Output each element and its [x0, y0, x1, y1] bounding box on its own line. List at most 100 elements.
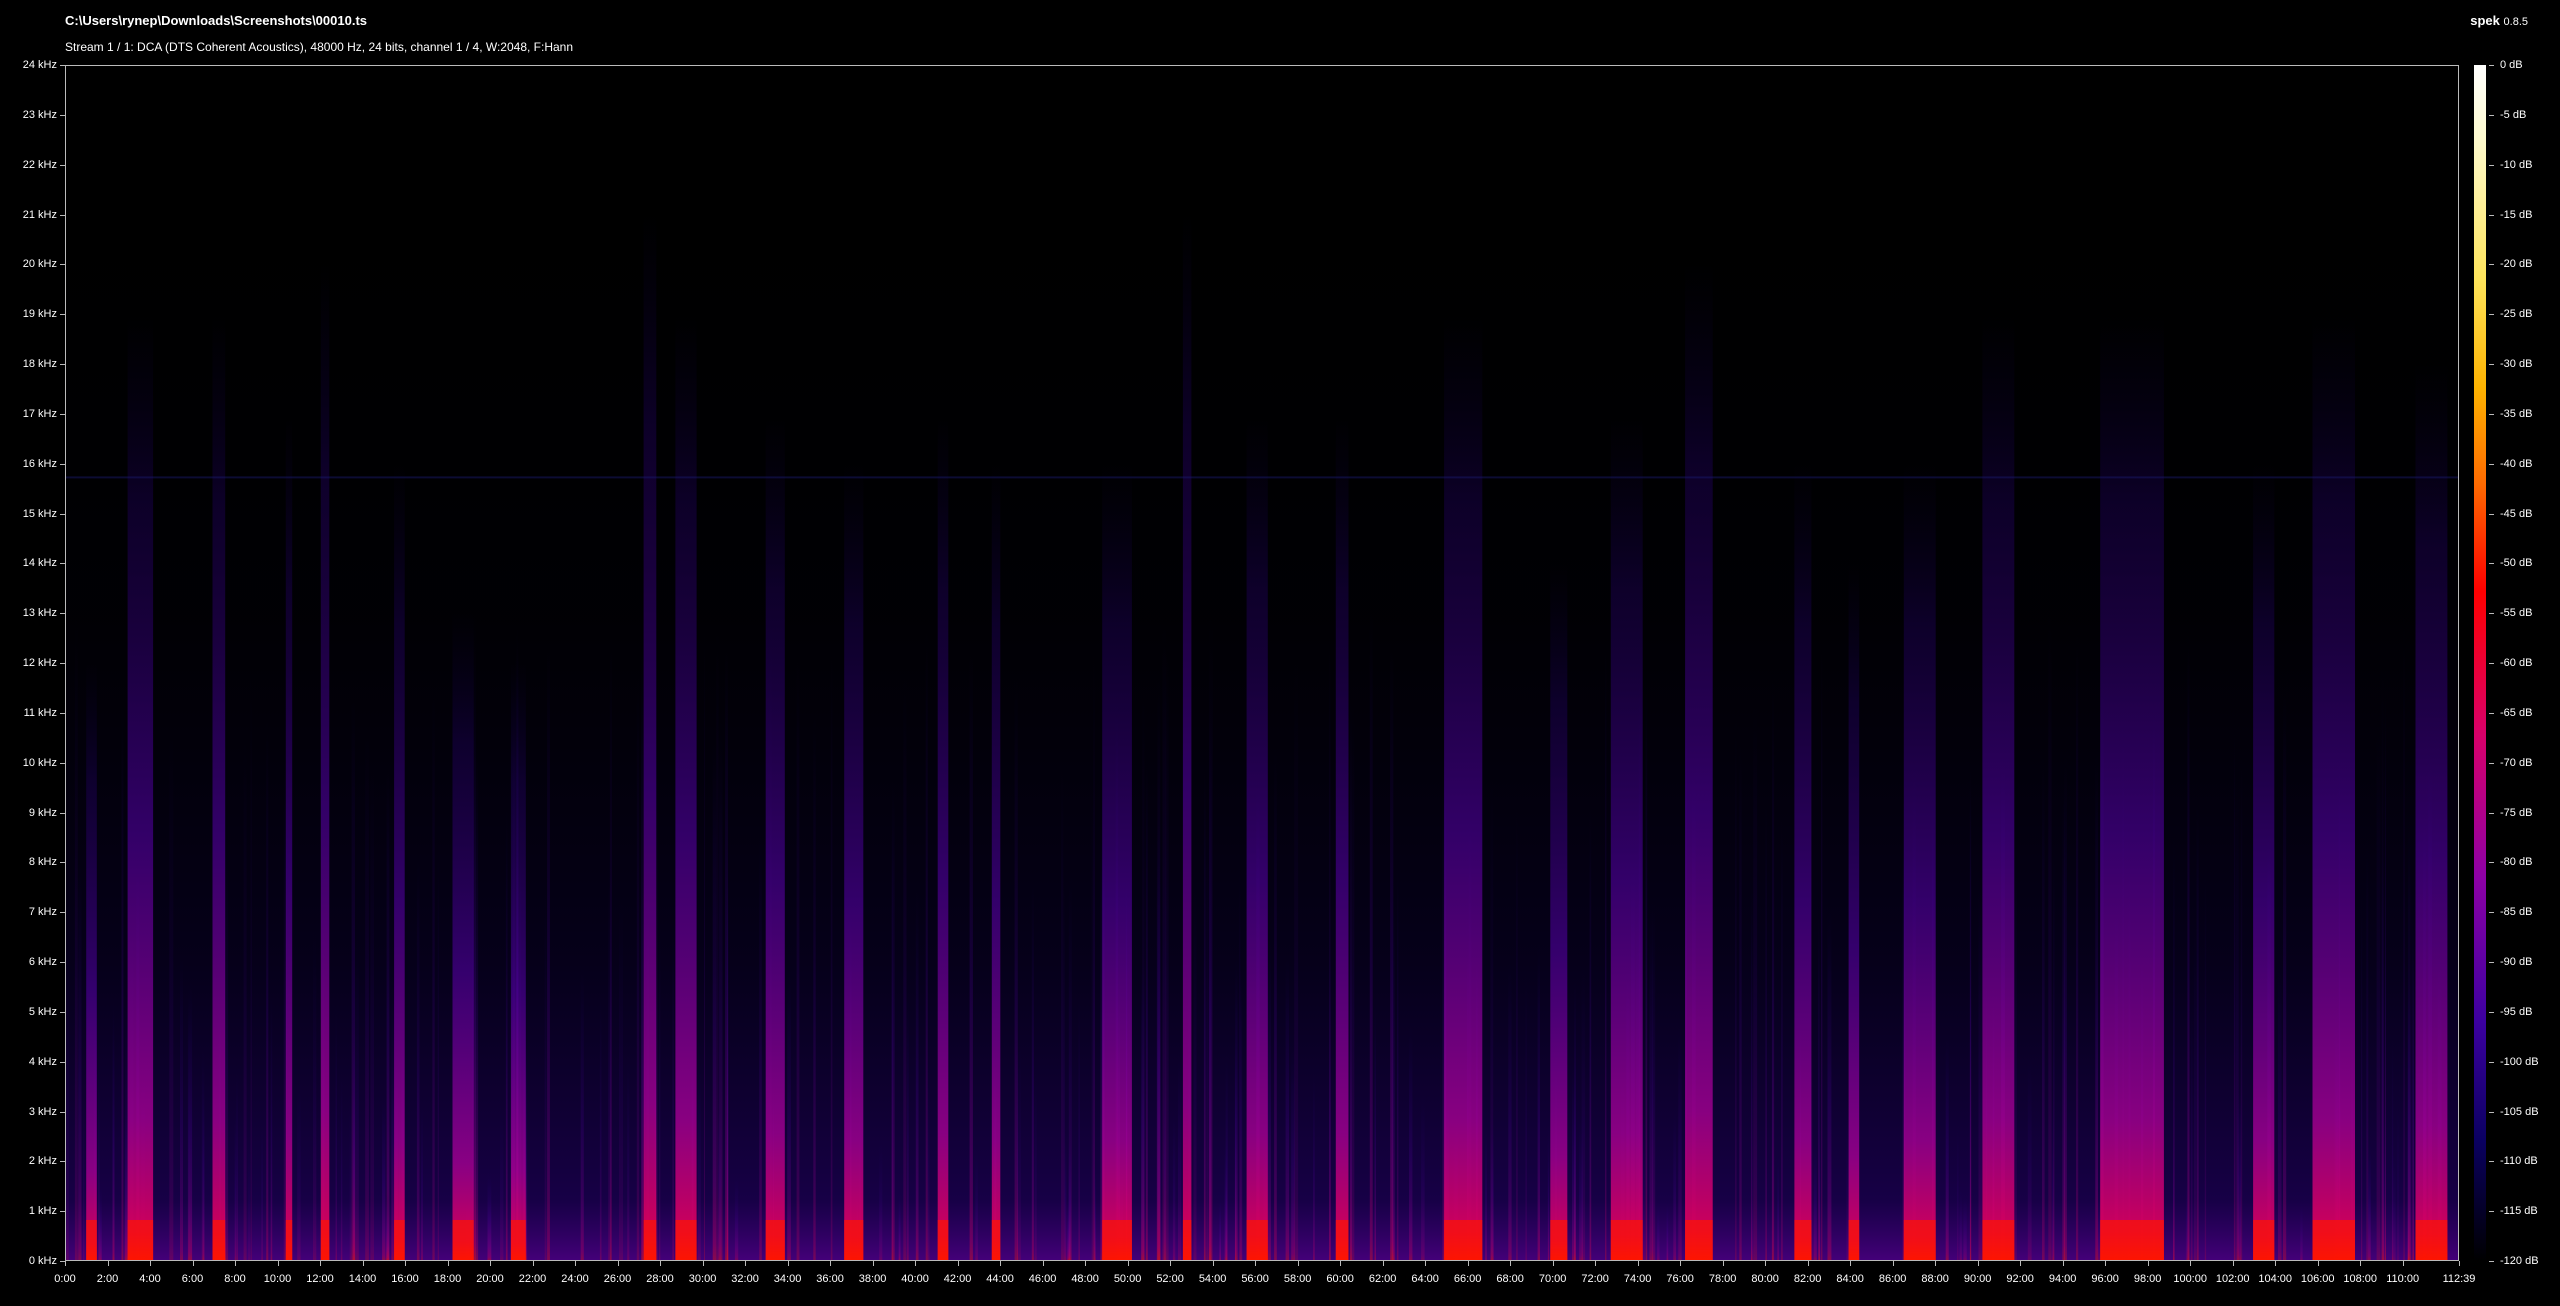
segment-low-band [1550, 1220, 1568, 1260]
segment-low-band [212, 1220, 226, 1260]
spectrogram-texture [1525, 970, 1527, 1260]
y-tick-mark [60, 762, 65, 764]
spectrogram-texture [2062, 790, 2066, 1260]
x-tick-mark [1637, 1261, 1639, 1266]
loud-segment [1182, 215, 1192, 1260]
spectrogram-texture [189, 980, 193, 1260]
loud-segment [1848, 563, 1860, 1260]
y-tick-mark [60, 513, 65, 515]
y-tick-label: 18 kHz [22, 358, 57, 370]
loud-segment [991, 464, 1001, 1260]
segment-low-band [675, 1220, 697, 1260]
loud-segment [1903, 464, 1936, 1260]
spectrogram-texture [1652, 899, 1656, 1260]
x-tick-mark [192, 1261, 194, 1266]
x-tick-mark [490, 1261, 492, 1266]
y-tick-mark [60, 663, 65, 664]
spectrogram-texture [2300, 1198, 2303, 1260]
y-tick-label: 20 kHz [22, 258, 57, 271]
x-tick-mark [1765, 1261, 1767, 1266]
spectrogram-texture [1818, 1104, 1821, 1260]
x-tick-mark [1595, 1261, 1597, 1266]
db-tick-label: -65 dB [2500, 706, 2533, 719]
x-tick-mark [1977, 1261, 1979, 1266]
spectrogram-plot[interactable] [65, 65, 2459, 1261]
x-tick-label: 92:00 [2006, 1273, 2034, 1285]
db-tick-label: -120 dB [2500, 1255, 2539, 1267]
segment-low-band [1685, 1220, 1713, 1260]
x-tick-label: 60:00 [1326, 1273, 1354, 1285]
loud-segment [765, 414, 785, 1260]
db-tick-mark [2489, 613, 2494, 615]
spectrogram-texture [1193, 880, 1197, 1260]
x-tick-label: 100:00 [2173, 1273, 2207, 1285]
loud-segment [510, 663, 526, 1260]
spectrogram-texture [636, 672, 640, 1260]
y-tick-mark [60, 812, 65, 814]
spectrogram-texture [250, 674, 252, 1260]
spectrogram-texture [1145, 759, 1148, 1260]
x-tick-label: 88:00 [1921, 1273, 1949, 1285]
spectrogram-texture [1274, 747, 1277, 1260]
spectrogram-texture [2408, 816, 2411, 1260]
loud-segment [452, 613, 474, 1260]
db-tick-label: -75 dB [2500, 806, 2533, 819]
x-tick-mark [2147, 1261, 2149, 1266]
y-tick-mark [60, 264, 65, 266]
spectrogram-texture [1421, 1090, 1425, 1260]
spectrogram-texture [261, 1114, 263, 1260]
segment-low-band [86, 1220, 97, 1260]
spectrogram-texture [1645, 681, 1648, 1260]
x-tick-mark [1297, 1261, 1299, 1266]
spectrogram-texture [169, 730, 174, 1260]
db-tick-mark [2489, 962, 2494, 963]
x-tick-mark [1382, 1261, 1384, 1266]
x-tick-label: 40:00 [901, 1273, 929, 1285]
spectrogram-texture [898, 1189, 901, 1260]
x-tick-mark [660, 1261, 662, 1266]
spectrogram-texture [907, 991, 909, 1260]
spectrogram-texture [474, 740, 479, 1260]
spectrogram-texture [349, 1086, 352, 1260]
spectrogram-texture [1267, 935, 1271, 1260]
segment-low-band [1182, 1220, 1192, 1260]
spectrogram-texture [1172, 1106, 1176, 1260]
spectrogram-texture [1753, 705, 1758, 1260]
y-tick-label: 1 kHz [28, 1205, 57, 1218]
y-tick-label: 8 kHz [28, 856, 57, 869]
db-tick-mark [2489, 712, 2494, 714]
db-tick-mark [2489, 1061, 2494, 1063]
x-tick-mark [872, 1261, 874, 1266]
loud-segment [937, 414, 949, 1260]
spectrogram-texture [1508, 960, 1512, 1260]
x-tick-label: 48:00 [1071, 1273, 1099, 1285]
y-tick-mark [60, 962, 65, 963]
x-tick-mark [1552, 1261, 1554, 1266]
x-tick-label: 68:00 [1496, 1273, 1524, 1285]
spectrogram-texture [656, 749, 658, 1260]
db-tick-label: 0 dB [2500, 59, 2523, 71]
y-tick-label: 11 kHz [23, 706, 57, 719]
y-tick-mark [60, 1161, 65, 1163]
db-tick-mark [2489, 1111, 2494, 1113]
spectrogram-texture [544, 885, 547, 1260]
spectrogram-texture [1485, 1119, 1487, 1260]
x-tick-mark [2105, 1261, 2107, 1266]
spectrogram-texture [813, 712, 816, 1260]
spectrogram-texture [385, 1192, 390, 1260]
spectrogram-texture [125, 994, 128, 1260]
y-tick-label: 21 kHz [22, 208, 57, 221]
y-tick-mark [60, 65, 65, 66]
spectrogram-texture [969, 649, 973, 1260]
y-tick-mark [60, 1011, 65, 1013]
spectrogram-texture [704, 629, 705, 1260]
spectrogram-texture [1291, 1043, 1295, 1260]
x-tick-label: 84:00 [1836, 1273, 1864, 1285]
spectrogram-texture [725, 644, 728, 1260]
spectrogram-texture [1178, 1050, 1182, 1260]
db-tick-mark [2489, 762, 2494, 764]
db-tick-mark [2489, 1161, 2494, 1163]
segment-low-band [1903, 1220, 1936, 1260]
db-tick-label: -105 dB [2500, 1105, 2539, 1118]
spectrogram-texture [2042, 756, 2045, 1260]
